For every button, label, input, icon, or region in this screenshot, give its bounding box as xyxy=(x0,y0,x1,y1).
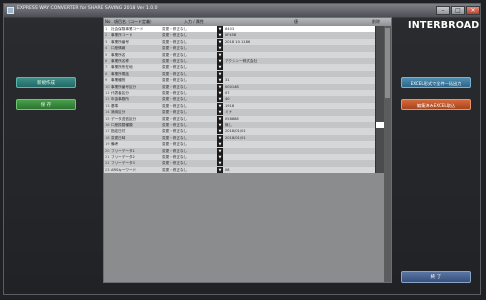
header-no: No xyxy=(105,19,111,24)
dropdown-arrow-icon[interactable]: ▼ xyxy=(217,64,223,71)
value-field[interactable]: 08 xyxy=(225,167,375,173)
dropdown-arrow-icon[interactable]: ▼ xyxy=(217,122,223,128)
dropdown-arrow-icon[interactable]: ▼ xyxy=(217,83,223,90)
vertical-scrollbar[interactable] xyxy=(384,26,391,282)
dropdown-arrow-icon[interactable]: ▼ xyxy=(217,147,223,154)
row-number: 23 xyxy=(105,167,110,172)
window-title: EXPRESS WAY CONVERTER for SHARE SAVING 2… xyxy=(17,6,158,11)
dropdown-arrow-icon[interactable]: ▼ xyxy=(217,115,223,122)
header-delete: 削除 xyxy=(372,19,380,24)
dropdown-arrow-icon[interactable]: ▼ xyxy=(217,58,223,64)
dropdown-arrow-icon[interactable]: ▼ xyxy=(217,102,223,109)
dropdown-arrow-icon[interactable]: ▼ xyxy=(217,154,223,160)
dropdown-arrow-icon[interactable]: ▼ xyxy=(217,160,223,167)
dropdown-arrow-icon[interactable]: ▼ xyxy=(217,45,223,52)
dropdown-arrow-icon[interactable]: ▼ xyxy=(217,26,223,32)
dropdown-arrow-icon[interactable]: ▼ xyxy=(217,96,223,103)
exit-button[interactable]: 終 了 xyxy=(401,271,471,283)
app-icon xyxy=(7,7,14,14)
dropdown-arrow-icon[interactable]: ▼ xyxy=(217,70,223,77)
scroll-thumb[interactable] xyxy=(385,28,390,98)
settings-table: No 項目名（コード定義） 入力 / 属性 値 削除 1 社会保険事業コード 変更・… xyxy=(103,17,392,283)
table-row[interactable]: 23 ARSキーワード 変更・修正なし ▼ 08 xyxy=(104,166,391,174)
attribute-select[interactable]: 変更・修正なし xyxy=(162,167,195,173)
header-attr: 入力 / 属性 xyxy=(184,19,204,24)
dropdown-arrow-icon[interactable]: ▼ xyxy=(217,134,223,141)
dropdown-arrow-icon[interactable]: ▼ xyxy=(217,51,223,58)
dropdown-arrow-icon[interactable]: ▼ xyxy=(217,90,223,96)
dropdown-arrow-icon[interactable]: ▼ xyxy=(217,141,223,148)
dropdown-arrow-icon[interactable]: ▼ xyxy=(217,32,223,39)
new-create-button[interactable]: 新規作成 xyxy=(16,77,76,88)
minimize-button[interactable]: – xyxy=(436,6,450,15)
header-name: 項目名（コード定義） xyxy=(114,19,154,24)
dropdown-arrow-icon[interactable]: ▼ xyxy=(217,128,223,135)
save-button[interactable]: 保 存 xyxy=(16,99,76,110)
maximize-button[interactable]: □ xyxy=(451,6,465,15)
title-bar: EXPRESS WAY CONVERTER for SHARE SAVING 2… xyxy=(4,4,480,18)
dropdown-arrow-icon[interactable]: ▼ xyxy=(217,77,223,84)
excel-export-button[interactable]: EXCEL形式で全件一括出力 xyxy=(401,77,471,88)
dropdown-arrow-icon[interactable]: ▼ xyxy=(217,109,223,116)
excel-import-button[interactable]: 編集済みEXCEL取込 xyxy=(401,99,471,110)
dropdown-arrow-icon[interactable]: ▼ xyxy=(217,38,223,45)
close-window-button[interactable]: × xyxy=(466,6,480,15)
table-header: No 項目名（コード定義） 入力 / 属性 値 削除 xyxy=(104,18,391,26)
delete-checkbox[interactable] xyxy=(375,166,384,174)
brand-logo: INTERBROAD xyxy=(408,20,480,31)
dropdown-arrow-icon[interactable]: ▼ xyxy=(217,166,223,173)
item-name: ARSキーワード xyxy=(111,167,137,172)
header-value: 値 xyxy=(294,19,298,24)
